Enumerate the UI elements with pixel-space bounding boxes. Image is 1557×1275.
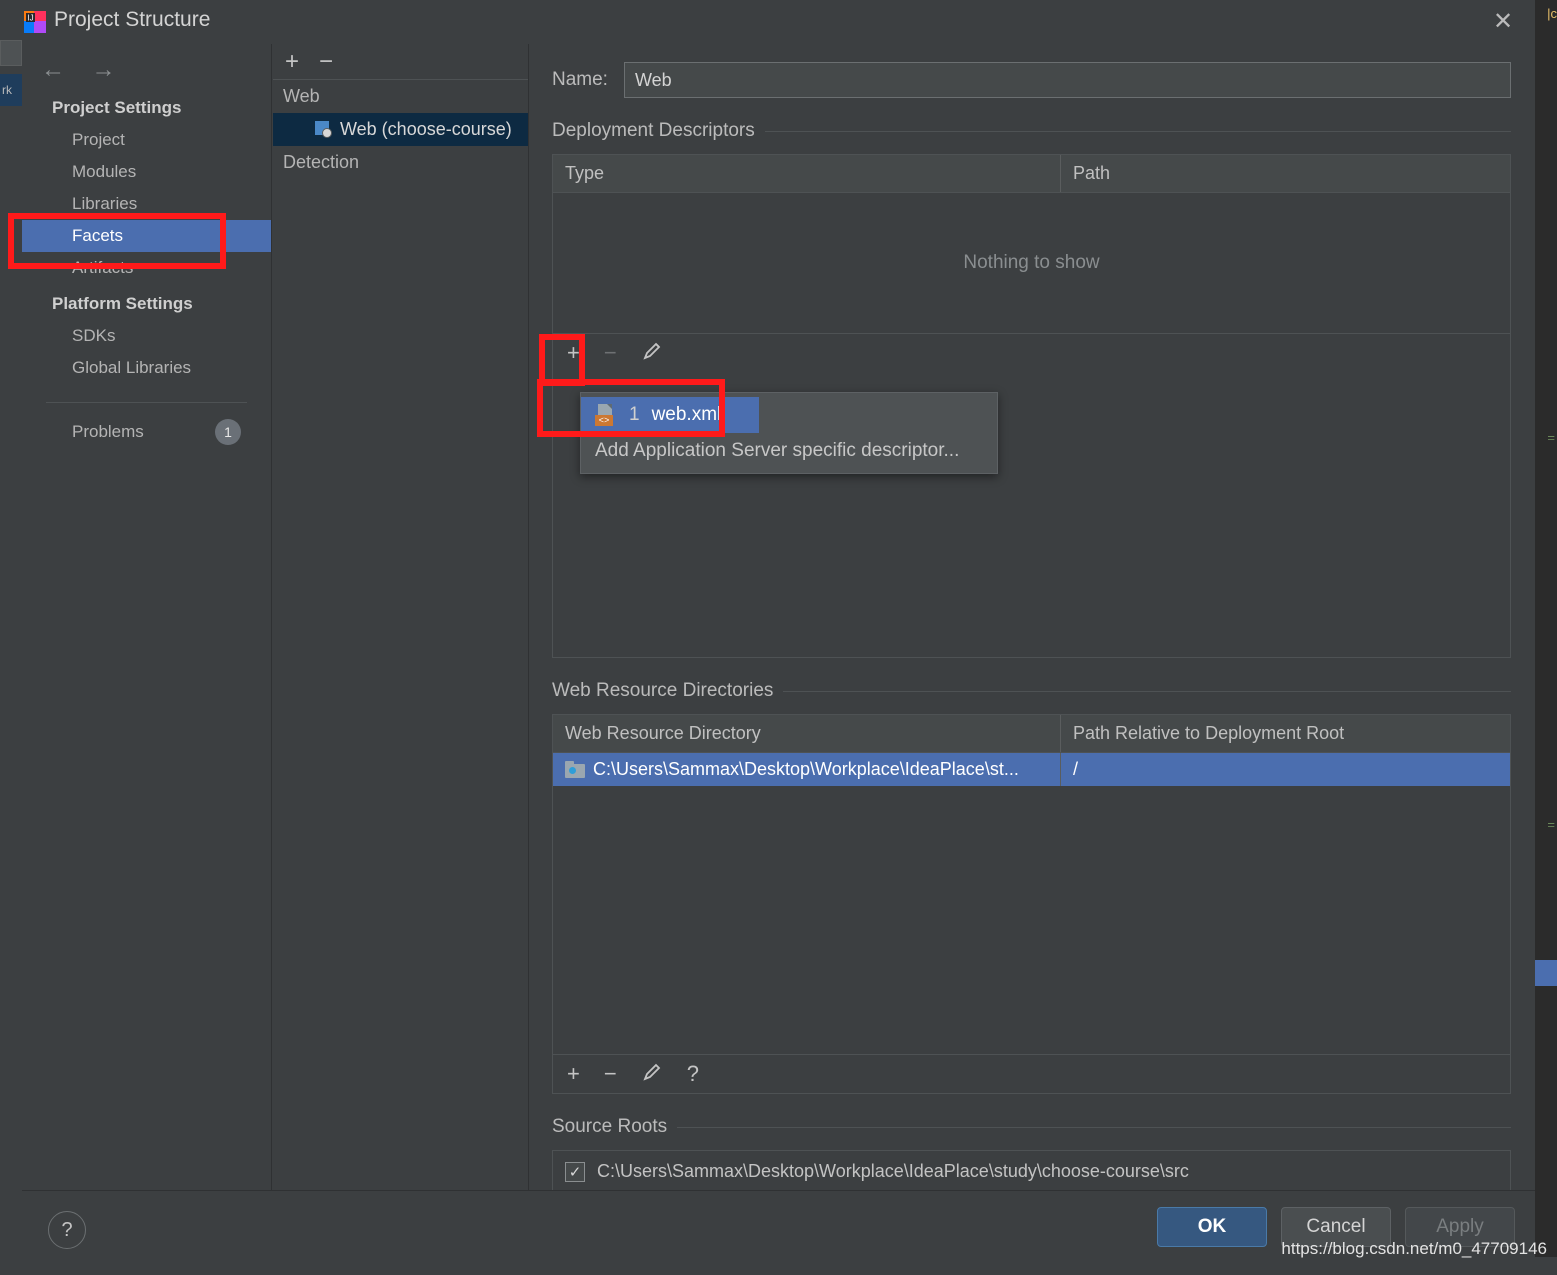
web-resource-directories-header: Web Resource Directories <box>552 680 1511 702</box>
facet-tree-node-web-choose-course-label: Web (choose-course) <box>340 119 512 139</box>
sidebar-item-problems[interactable]: Problems 1 <box>22 403 271 451</box>
ide-editor-selection <box>1535 960 1557 986</box>
table-row[interactable]: C:\Users\Sammax\Desktop\Workplace\IdeaPl… <box>553 753 1510 786</box>
sidebar-item-libraries[interactable]: Libraries <box>22 188 271 220</box>
facet-tree-toolbar: + − <box>273 44 528 80</box>
add-facet-button[interactable]: + <box>285 49 299 74</box>
facet-tree-panel: + − Web Web (choose-course) Detection <box>273 44 529 1190</box>
settings-sidebar: ← → Project Settings Project Modules Lib… <box>22 44 272 1190</box>
popup-item-web-xml-mnemonic: 1 <box>629 404 640 425</box>
web-resource-directories-table: Web Resource Directory Path Relative to … <box>552 714 1511 1094</box>
column-header-path: Path <box>1073 163 1111 183</box>
deployment-descriptors-title: Deployment Descriptors <box>552 120 755 141</box>
pencil-icon[interactable] <box>641 340 663 366</box>
remove-deployment-descriptor-button: − <box>603 340 617 365</box>
intellij-idea-icon: IJ <box>22 9 48 35</box>
popup-item-web-xml-label: web.xml <box>651 404 722 425</box>
facet-tree-node-detection[interactable]: Detection <box>273 146 528 179</box>
help-button[interactable]: ? <box>48 1211 86 1249</box>
ide-code-fragment-2: = <box>1547 430 1555 445</box>
column-header-type: Type <box>553 155 1061 192</box>
svg-text:IJ: IJ <box>27 14 33 23</box>
source-roots-list: ✓ C:\Users\Sammax\Desktop\Workplace\Idea… <box>552 1150 1511 1190</box>
facet-details-pane: Name: Deployment Descriptors Type Path N… <box>530 44 1535 1190</box>
popup-item-add-app-server-descriptor-label: Add Application Server specific descript… <box>595 440 960 461</box>
problems-count-badge: 1 <box>215 419 241 445</box>
facet-tree-node-web-label: Web <box>283 86 320 106</box>
sidebar-item-sdks[interactable]: SDKs <box>22 320 271 352</box>
column-header-web-resource-directory: Web Resource Directory <box>553 715 1061 752</box>
ide-left-toolbar-strip <box>0 0 22 1275</box>
deployment-table-empty-message: Nothing to show <box>963 252 1100 273</box>
pencil-icon[interactable] <box>641 1061 663 1087</box>
sidebar-heading-platform-settings: Platform Settings <box>52 294 193 313</box>
facet-tree-node-web-choose-course[interactable]: Web (choose-course) <box>273 113 528 146</box>
web-resource-table-toolbar: + − ? <box>553 1054 1510 1093</box>
ide-toolwindow-icon[interactable] <box>0 40 22 66</box>
list-item[interactable]: ✓ C:\Users\Sammax\Desktop\Workplace\Idea… <box>565 1161 1498 1182</box>
source-roots-title: Source Roots <box>552 1116 668 1137</box>
deployment-table-toolbar: + − <box>553 333 1510 372</box>
dialog-title: Project Structure <box>54 8 211 31</box>
web-resource-directory-cell: C:\Users\Sammax\Desktop\Workplace\IdeaPl… <box>553 753 1061 786</box>
source-roots-header: Source Roots <box>552 1116 1511 1138</box>
sidebar-item-artifacts[interactable]: Artifacts <box>22 252 271 284</box>
web-resource-directories-title: Web Resource Directories <box>552 680 774 701</box>
folder-icon <box>565 761 585 778</box>
sidebar-nav-row: ← → <box>22 44 271 88</box>
arrow-right-icon[interactable]: → <box>80 56 126 84</box>
source-roots-group: Source Roots ✓ C:\Users\Sammax\Desktop\W… <box>530 1116 1535 1190</box>
arrow-left-icon[interactable]: ← <box>30 56 76 84</box>
popup-item-web-xml[interactable]: <> 1 web.xml <box>581 397 759 433</box>
remove-web-resource-button[interactable]: − <box>604 1063 617 1085</box>
project-structure-dialog: IJ Project Structure ✕ ← → Project Setti… <box>22 0 1535 1262</box>
column-header-relative-path: Path Relative to Deployment Root <box>1073 723 1345 743</box>
deployment-table-header: Type Path <box>553 155 1510 193</box>
add-deployment-descriptor-button[interactable]: + <box>567 342 580 364</box>
group-divider-line <box>783 690 1511 692</box>
add-web-resource-button[interactable]: + <box>567 1063 580 1085</box>
web-resource-table-header: Web Resource Directory Path Relative to … <box>553 715 1510 753</box>
name-label: Name: <box>552 69 608 90</box>
web-resource-directories-group: Web Resource Directories Web Resource Di… <box>530 680 1535 1094</box>
sidebar-item-problems-label: Problems <box>72 422 144 441</box>
dialog-titlebar: IJ Project Structure ✕ <box>22 0 1535 44</box>
source-root-checkbox[interactable]: ✓ <box>565 1161 585 1182</box>
watermark-url: https://blog.csdn.net/m0_47709146 <box>1281 1239 1547 1258</box>
ok-button[interactable]: OK <box>1157 1207 1267 1247</box>
ide-left-tab[interactable]: rk <box>0 74 22 106</box>
group-divider-line <box>677 1126 1511 1128</box>
web-resource-directory-value: C:\Users\Sammax\Desktop\Workplace\IdeaPl… <box>593 759 1019 779</box>
web-resource-table-filler <box>553 786 1510 1054</box>
name-input[interactable] <box>623 62 1511 98</box>
sidebar-item-global-libraries[interactable]: Global Libraries <box>22 352 271 384</box>
facet-tree-node-web[interactable]: Web <box>273 80 528 113</box>
ide-code-fragment-3: = <box>1547 817 1555 832</box>
help-web-resource-button[interactable]: ? <box>687 1063 699 1085</box>
add-descriptor-popup-menu: <> 1 web.xml Add Application Server spec… <box>580 392 998 474</box>
sidebar-item-modules[interactable]: Modules <box>22 156 271 188</box>
deployment-descriptors-group: Deployment Descriptors Type Path Nothing… <box>530 120 1535 658</box>
group-divider-line <box>764 130 1511 132</box>
facet-tree-node-detection-label: Detection <box>283 152 360 172</box>
sidebar-item-facets[interactable]: Facets <box>22 220 271 252</box>
remove-facet-button[interactable]: − <box>319 49 333 74</box>
close-icon[interactable]: ✕ <box>1483 6 1523 38</box>
sidebar-item-project[interactable]: Project <box>22 124 271 156</box>
deployment-descriptors-header: Deployment Descriptors <box>552 120 1511 142</box>
sidebar-heading-project-settings: Project Settings <box>52 98 182 117</box>
ide-right-editor-strip: |c = = <box>1535 0 1557 1275</box>
source-root-path: C:\Users\Sammax\Desktop\Workplace\IdeaPl… <box>597 1161 1189 1181</box>
name-row: Name: <box>530 44 1535 98</box>
ide-code-fragment-1: |c <box>1547 6 1557 21</box>
web-facet-icon <box>315 121 332 138</box>
xml-file-icon: <> <box>595 404 617 426</box>
popup-item-add-app-server-descriptor[interactable]: Add Application Server specific descript… <box>581 433 997 469</box>
relative-path-cell: / <box>1073 759 1079 779</box>
